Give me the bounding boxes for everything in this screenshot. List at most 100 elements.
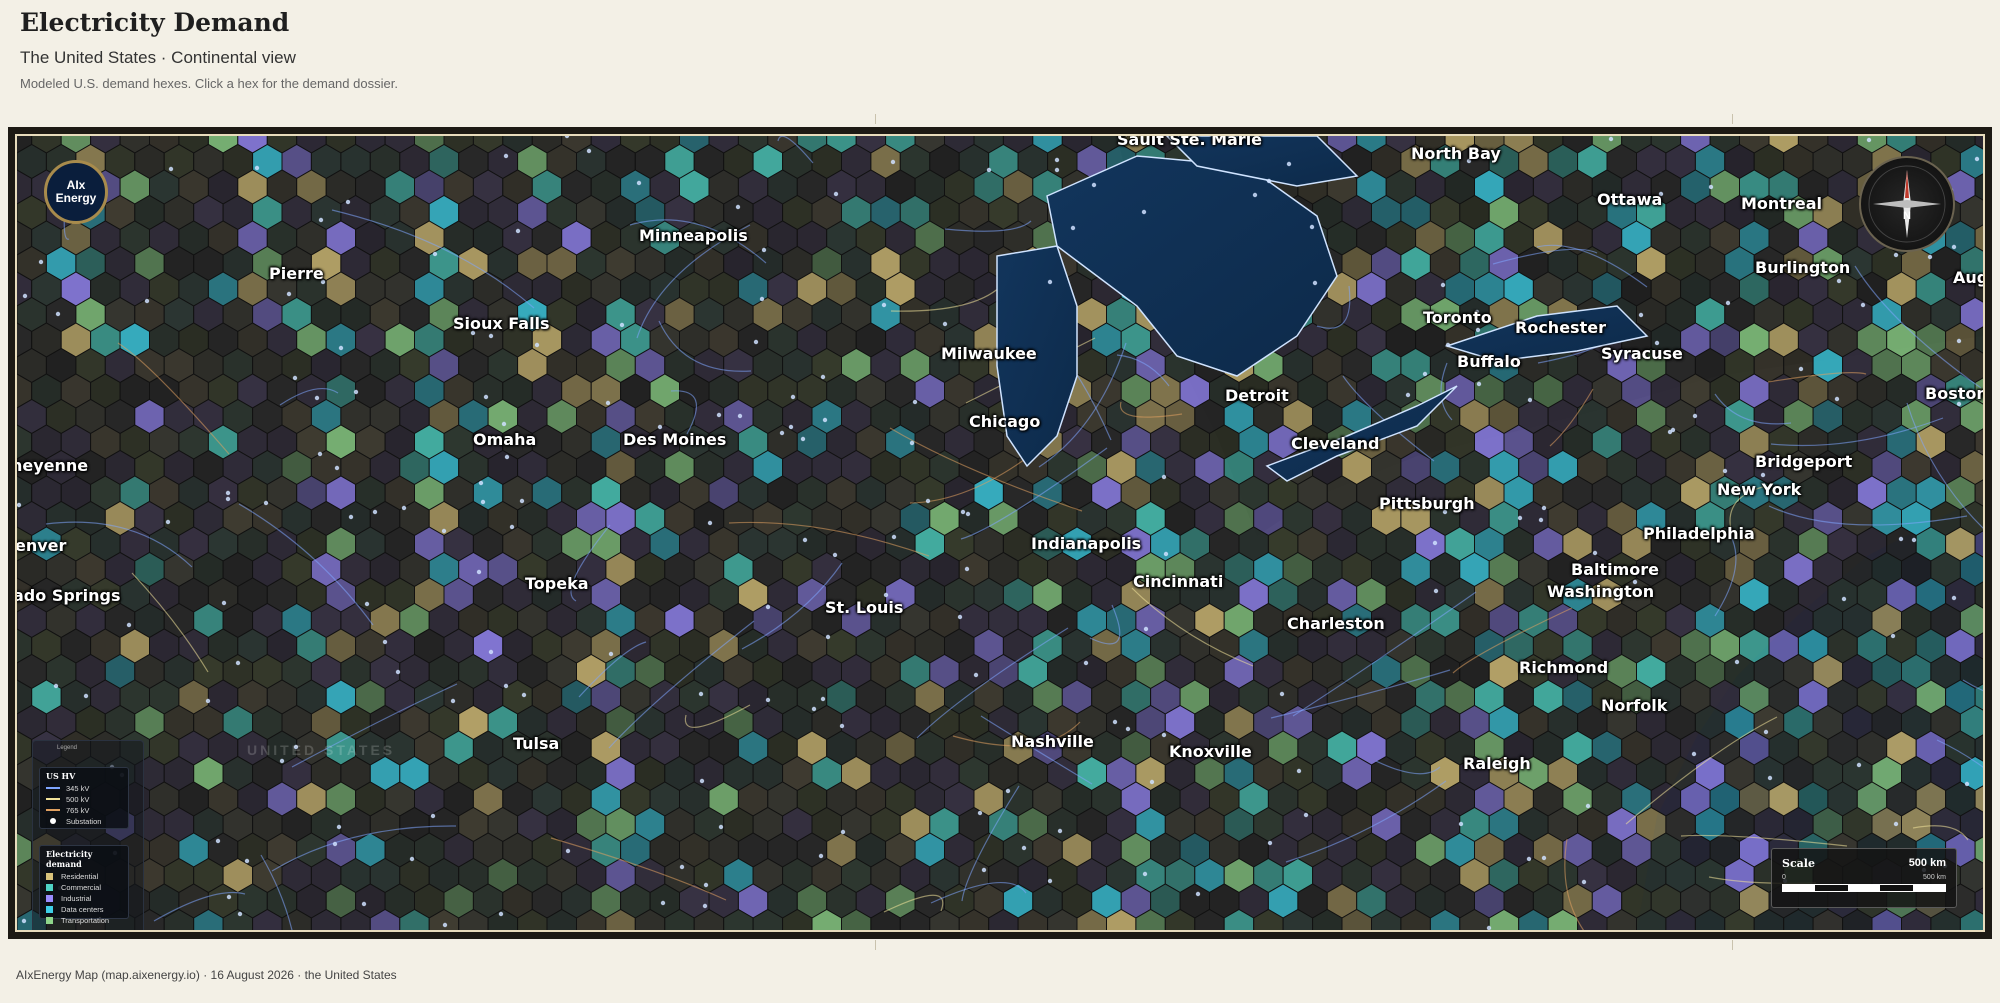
substation-dot: [1692, 413, 1698, 419]
city-label: Baltimore: [1571, 560, 1660, 579]
scale-value: 500 km: [1908, 857, 1946, 869]
substation-dot: [1734, 659, 1740, 665]
legend-label: Substation: [66, 816, 102, 826]
city-label: Minneapolis: [639, 226, 748, 245]
substation-dot: [38, 259, 44, 265]
substation-dot: [605, 400, 611, 406]
substation-dot: [565, 848, 571, 854]
legend-row-345kv: 345 kV: [46, 783, 122, 793]
substation-dot: [825, 634, 831, 640]
substation-dot: [1956, 338, 1962, 344]
substation-dot: [1725, 300, 1731, 306]
substation-dot: [317, 451, 323, 457]
substation-dot: [1303, 812, 1309, 818]
aix-energy-logo[interactable]: AIx Energy: [44, 160, 108, 224]
substation-dot: [833, 191, 839, 197]
substation-dot: [788, 424, 794, 430]
city-label: Cleveland: [1291, 434, 1380, 453]
city-label: Sault Ste. Marie: [1117, 134, 1263, 149]
substation-dot: [1517, 515, 1523, 521]
legend-label: Commercial: [61, 882, 102, 892]
hv-legend-heading: US HV: [46, 771, 76, 781]
substation-dot: [1834, 396, 1840, 402]
substation-dot: [1161, 474, 1167, 480]
legend-label: Residential: [61, 871, 99, 881]
substation-dot: [17, 502, 22, 508]
substation-dot: [1125, 726, 1131, 732]
substation-dot: [660, 900, 666, 906]
map-viewport[interactable]: AIx Energy N UNITED STATES Sault Ste. Ma…: [15, 134, 1985, 932]
substation-dot: [53, 683, 59, 689]
substation-dot: [1005, 788, 1011, 794]
substation-dot: [215, 838, 221, 844]
legend-row-765kv: 765 kV: [46, 805, 122, 815]
substation-dot: [1541, 855, 1547, 861]
bottom-ruler: [10, 940, 1990, 952]
substation-dot: [800, 436, 806, 442]
substation-dot: [1860, 302, 1866, 308]
hv-legend: US HV 345 kV 500 kV 765 kV Substation: [39, 767, 129, 829]
page-description: Modeled U.S. demand hexes. Click a hex f…: [20, 76, 398, 91]
substation-dot: [503, 153, 509, 159]
substation-dot: [832, 552, 838, 558]
substation-dot: [483, 394, 489, 400]
substation-dot: [348, 514, 354, 520]
substation-dot: [361, 901, 367, 907]
substation-dot: [1266, 178, 1272, 184]
substation-dot: [409, 856, 415, 862]
substation-dot: [707, 520, 713, 526]
legend-label: Transportation: [61, 915, 110, 925]
city-label: heyenne: [15, 456, 89, 475]
substation-dot: [1893, 821, 1899, 827]
substation-dot: [912, 399, 918, 405]
substation-dot: [1866, 137, 1872, 143]
substation-dot: [1592, 550, 1598, 556]
city-label: Milwaukee: [941, 344, 1037, 363]
substation-dot: [1841, 596, 1847, 602]
substation-dot: [237, 911, 243, 917]
substation-dot: [1057, 828, 1063, 834]
city-label: Indianapolis: [1031, 534, 1142, 553]
substation-dot: [21, 918, 27, 924]
substation-dot: [973, 672, 979, 678]
region-watermark: UNITED STATES: [247, 742, 396, 758]
page-subtitle: The United States · Continental view: [20, 48, 296, 67]
city-label: Syracuse: [1601, 344, 1683, 363]
substation-dot: [1476, 381, 1482, 387]
substation-dot: [165, 519, 171, 525]
substation-dot: [334, 465, 340, 471]
substation-dot: [22, 293, 28, 299]
substation-dot: [488, 649, 494, 655]
page-title: Electricity Demand: [20, 8, 290, 37]
substation-dot: [1608, 136, 1614, 142]
demand-legend: Electricity demand Residential Commercia…: [39, 845, 129, 925]
substation-dot: [1445, 342, 1451, 348]
map-legend[interactable]: Legend US HV 345 kV 500 kV 765 kV Substa…: [32, 740, 144, 930]
substation-dot: [1974, 156, 1980, 162]
substation-dot: [1760, 472, 1766, 478]
city-label: Boston: [1925, 384, 1985, 403]
compass-rose-icon: N: [1859, 156, 1955, 252]
substation-dot: [942, 321, 948, 327]
substation-dot: [1149, 779, 1155, 785]
substation-dot: [909, 440, 915, 446]
substation-dot: [1267, 840, 1273, 846]
city-label: Montreal: [1741, 194, 1822, 213]
substation-dot: [1091, 182, 1097, 188]
substation-dot: [168, 166, 174, 172]
substation-dot: [820, 696, 826, 702]
substation-dot: [1898, 536, 1904, 542]
substation-dot: [488, 333, 494, 339]
top-ruler: [10, 114, 1990, 126]
substation-dot: [1475, 327, 1481, 333]
substation-dot: [1440, 282, 1446, 288]
city-label: Des Moines: [623, 430, 727, 449]
substation-dot: [636, 180, 642, 186]
substation-dot: [534, 342, 540, 348]
city-label: Raleigh: [1463, 754, 1531, 773]
city-label: Tulsa: [513, 734, 560, 753]
scale-ruler: [1782, 884, 1946, 892]
substation-dot: [883, 592, 889, 598]
substation-dot: [1054, 157, 1060, 163]
substation-dot: [318, 217, 324, 223]
